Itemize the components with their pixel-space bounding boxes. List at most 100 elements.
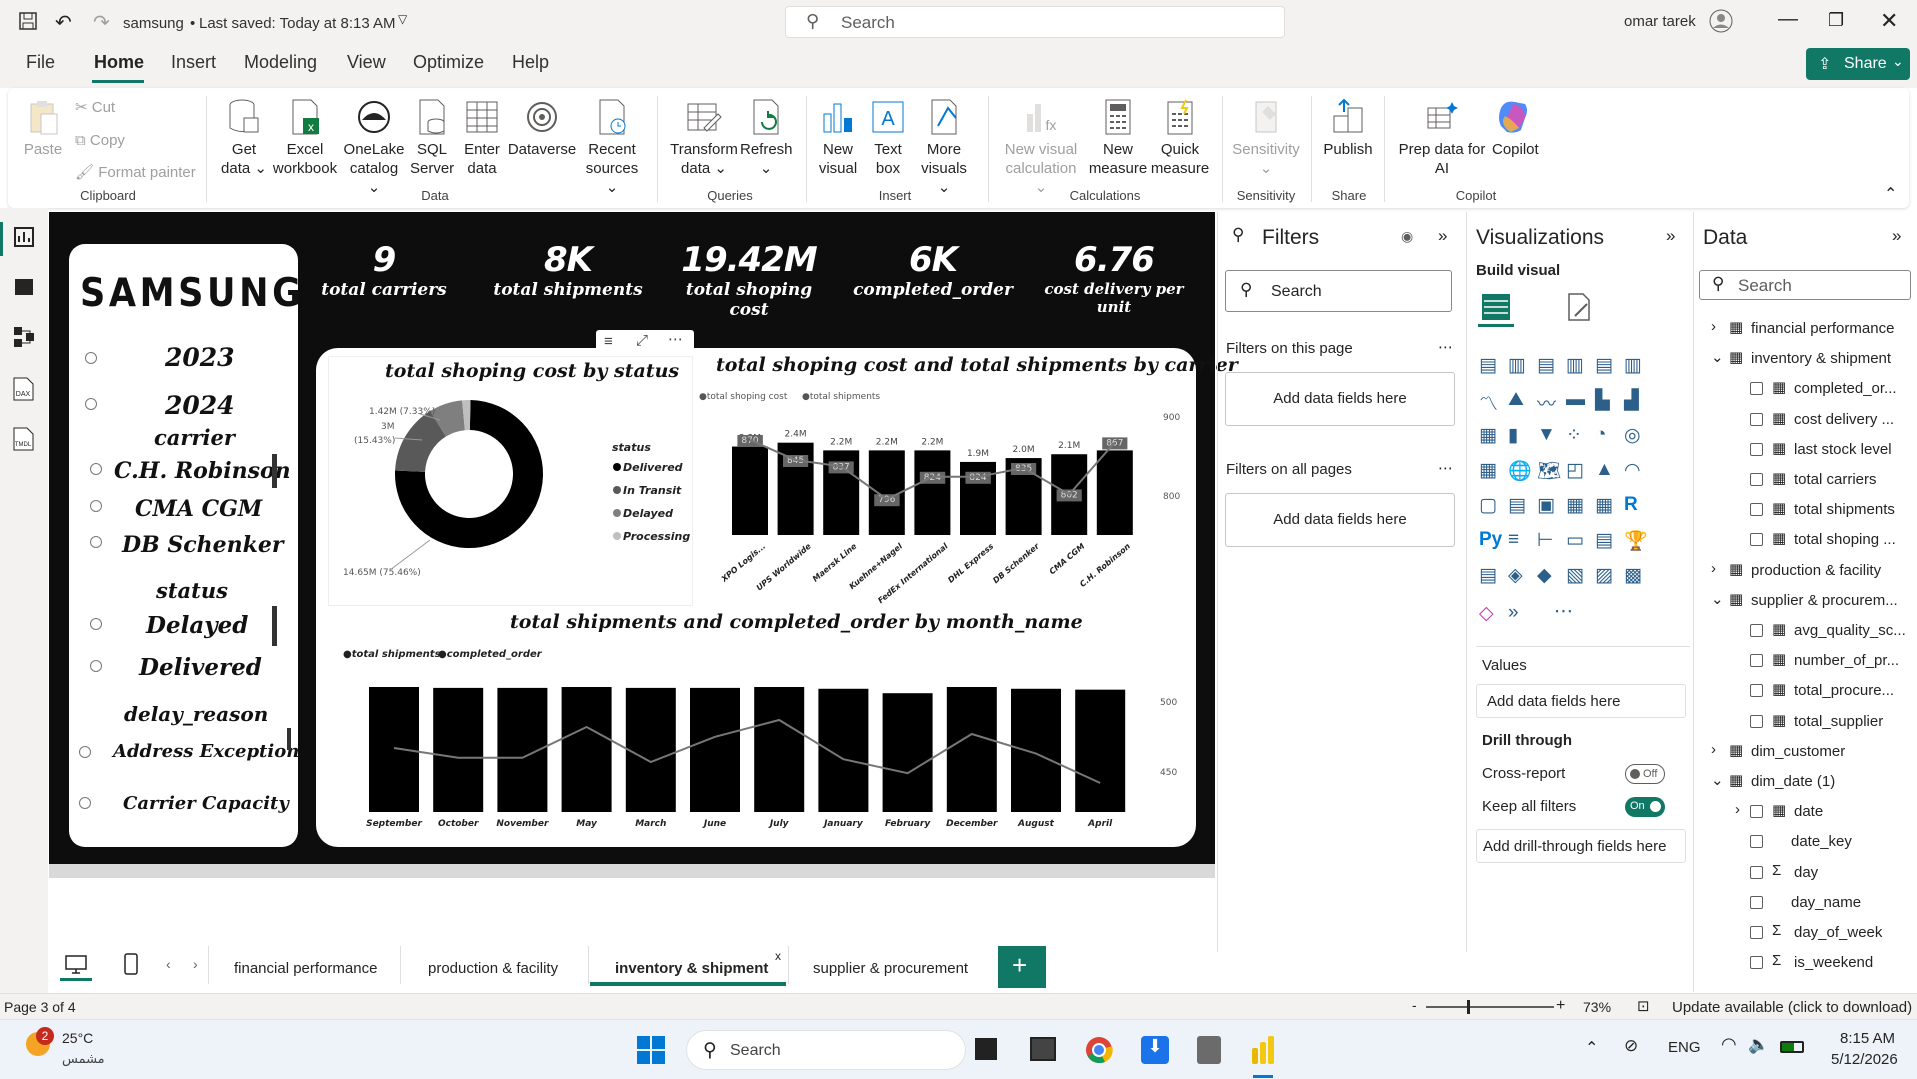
funnel-icon[interactable]: ▼ [1537, 424, 1561, 448]
data-field-item[interactable]: ▦ total_supplier [1708, 711, 1908, 737]
desktop-layout-icon[interactable] [64, 954, 88, 976]
clustered-bar-icon[interactable]: ▤ [1537, 354, 1561, 378]
area-icon[interactable]: ⛰ [1508, 389, 1532, 413]
map-icon[interactable]: 🌐 [1508, 459, 1532, 483]
collapse-data-icon[interactable]: » [1892, 226, 1901, 246]
data-table-item[interactable]: › ▦ financial performance [1708, 318, 1908, 344]
update-available-link[interactable]: Update available (click to download) [1672, 999, 1912, 1016]
shape-map-icon[interactable]: ◰ [1566, 459, 1590, 483]
chevron-right-icon[interactable]: › [1735, 801, 1740, 818]
table-icon[interactable]: ▦ [1566, 494, 1590, 518]
battery-icon[interactable] [1780, 1041, 1804, 1053]
data-field-item[interactable]: date_key [1708, 831, 1908, 857]
add-page-button[interactable]: + [998, 946, 1046, 988]
data-field-item[interactable]: Σday_of_week [1708, 922, 1908, 948]
scatter-icon[interactable]: ⁘ [1566, 424, 1590, 448]
volume-icon[interactable]: 🔈 [1748, 1035, 1769, 1055]
field-checkbox[interactable] [1750, 382, 1763, 396]
chevron-right-icon[interactable]: › [1711, 318, 1716, 335]
zoom-level[interactable]: 73% [1583, 999, 1611, 1015]
language-indicator[interactable]: ENG [1668, 1039, 1701, 1056]
ai-visual-icon[interactable]: ▨ [1595, 564, 1619, 588]
chevron-up-icon[interactable]: ⌃ [1585, 1038, 1598, 1058]
narrative-icon[interactable]: ▤ [1595, 529, 1619, 553]
terminal-icon[interactable] [1030, 1037, 1056, 1061]
clustered-column-icon[interactable]: ▥ [1566, 354, 1590, 378]
field-checkbox[interactable] [1750, 503, 1763, 517]
fit-page-icon[interactable]: ⊡ [1637, 997, 1650, 1015]
field-checkbox[interactable] [1750, 956, 1763, 970]
stacked-area-icon[interactable]: 〰 [1537, 389, 1561, 415]
field-checkbox[interactable] [1750, 654, 1763, 668]
ribbon-icon[interactable]: ▦ [1479, 424, 1503, 448]
data-table-item[interactable]: ⌄ ▦ inventory & shipment [1708, 348, 1908, 374]
card-icon[interactable]: ▢ [1479, 494, 1503, 518]
more-options-icon[interactable]: ⋯ [1438, 338, 1453, 356]
line-clustered-column-icon[interactable]: ▟ [1624, 389, 1648, 413]
chevron-right-icon[interactable]: › [1711, 741, 1716, 758]
data-field-item[interactable]: › ▦ date [1708, 801, 1908, 827]
tab-financial-performance[interactable]: financial performance [234, 960, 377, 977]
data-field-item[interactable]: ▦ total shipments [1708, 499, 1908, 525]
clock-time[interactable]: 8:15 AM [1840, 1030, 1895, 1047]
paginated-report-icon[interactable]: » [1508, 602, 1532, 626]
data-field-item[interactable]: ▦ total carriers [1708, 469, 1908, 495]
data-field-item[interactable]: ▦ cost delivery ... [1708, 409, 1908, 435]
eye-icon[interactable]: ◉ [1401, 228, 1413, 245]
stacked-column-icon[interactable]: ▥ [1508, 354, 1532, 378]
field-checkbox[interactable] [1750, 624, 1763, 637]
data-field-item[interactable]: ▦ avg_quality_sc... [1708, 620, 1908, 646]
100pct-area-icon[interactable]: ▬ [1566, 389, 1590, 413]
field-checkbox[interactable] [1750, 473, 1763, 486]
field-checkbox[interactable] [1750, 865, 1763, 879]
keep-filters-toggle[interactable]: On [1625, 797, 1665, 817]
chevron-down-icon[interactable]: ⌄ [1711, 590, 1724, 608]
data-table-item[interactable]: › ▦ production & facility [1708, 560, 1908, 586]
pie-icon[interactable]: ◔ [1595, 424, 1619, 448]
format-visual-tab-icon[interactable] [1563, 292, 1593, 322]
close-tab-icon[interactable]: x [775, 949, 781, 963]
next-page-icon[interactable]: › [193, 956, 198, 972]
field-checkbox[interactable] [1750, 895, 1763, 909]
tab-production-facility[interactable]: production & facility [428, 960, 558, 977]
field-checkbox[interactable] [1750, 926, 1763, 939]
field-checkbox[interactable] [1750, 835, 1763, 849]
cross-report-toggle[interactable]: Off [1625, 764, 1665, 784]
power-automate-icon[interactable]: ◆ [1537, 564, 1561, 588]
data-table-item[interactable]: ⌄ ▦ dim_date (1) [1708, 771, 1908, 797]
more-visuals-icon[interactable]: ▩ [1624, 564, 1648, 588]
prev-page-icon[interactable]: ‹ [166, 956, 171, 972]
chevron-right-icon[interactable]: › [1711, 560, 1716, 577]
filters-all-drop-zone[interactable]: Add data fields here [1225, 493, 1455, 547]
data-field-item[interactable]: ▦ completed_or... [1708, 378, 1908, 404]
network-off-icon[interactable]: ⊘ [1624, 1036, 1638, 1056]
download-manager-icon[interactable]: ⬇ [1141, 1036, 1169, 1064]
build-visual-tab-icon[interactable] [1480, 292, 1512, 322]
chevron-down-icon[interactable]: ⌄ [1711, 771, 1724, 789]
drill-through-drop-zone[interactable]: Add drill-through fields here [1476, 829, 1686, 863]
python-visual-icon[interactable]: Py [1479, 529, 1503, 553]
tab-supplier-procurement[interactable]: supplier & procurement [813, 960, 968, 977]
calculator-icon[interactable] [1197, 1036, 1221, 1064]
mobile-layout-icon[interactable] [123, 952, 139, 976]
field-checkbox[interactable] [1750, 533, 1763, 547]
data-search-input[interactable]: ⚲ Search [1699, 270, 1911, 300]
azure-map-icon[interactable]: ▲ [1595, 459, 1619, 483]
data-field-item[interactable]: ▦ total_procure... [1708, 680, 1908, 706]
100pct-bar-icon[interactable]: ▤ [1595, 354, 1619, 378]
field-checkbox[interactable] [1750, 412, 1763, 426]
field-checkbox[interactable] [1750, 684, 1763, 698]
power-bi-icon[interactable] [1250, 1034, 1276, 1066]
r-visual-icon[interactable]: R [1624, 494, 1648, 518]
tab-inventory-shipment[interactable]: inventory & shipment [615, 960, 768, 977]
multi-row-card-icon[interactable]: ▤ [1508, 494, 1532, 518]
field-checkbox[interactable] [1750, 442, 1763, 456]
wifi-icon[interactable]: ◠ [1721, 1034, 1737, 1055]
100pct-column-icon[interactable]: ▥ [1624, 354, 1648, 378]
donut-icon[interactable]: ◎ [1624, 424, 1648, 448]
data-field-item[interactable]: ▦ total shoping ... [1708, 529, 1908, 555]
taskbar-search[interactable]: ⚲ Search [686, 1030, 966, 1070]
clock-date[interactable]: 5/12/2026 [1831, 1051, 1898, 1068]
more-options-icon[interactable]: ⋯ [1554, 600, 1578, 624]
decomposition-tree-icon[interactable]: ⊢ [1537, 529, 1561, 553]
